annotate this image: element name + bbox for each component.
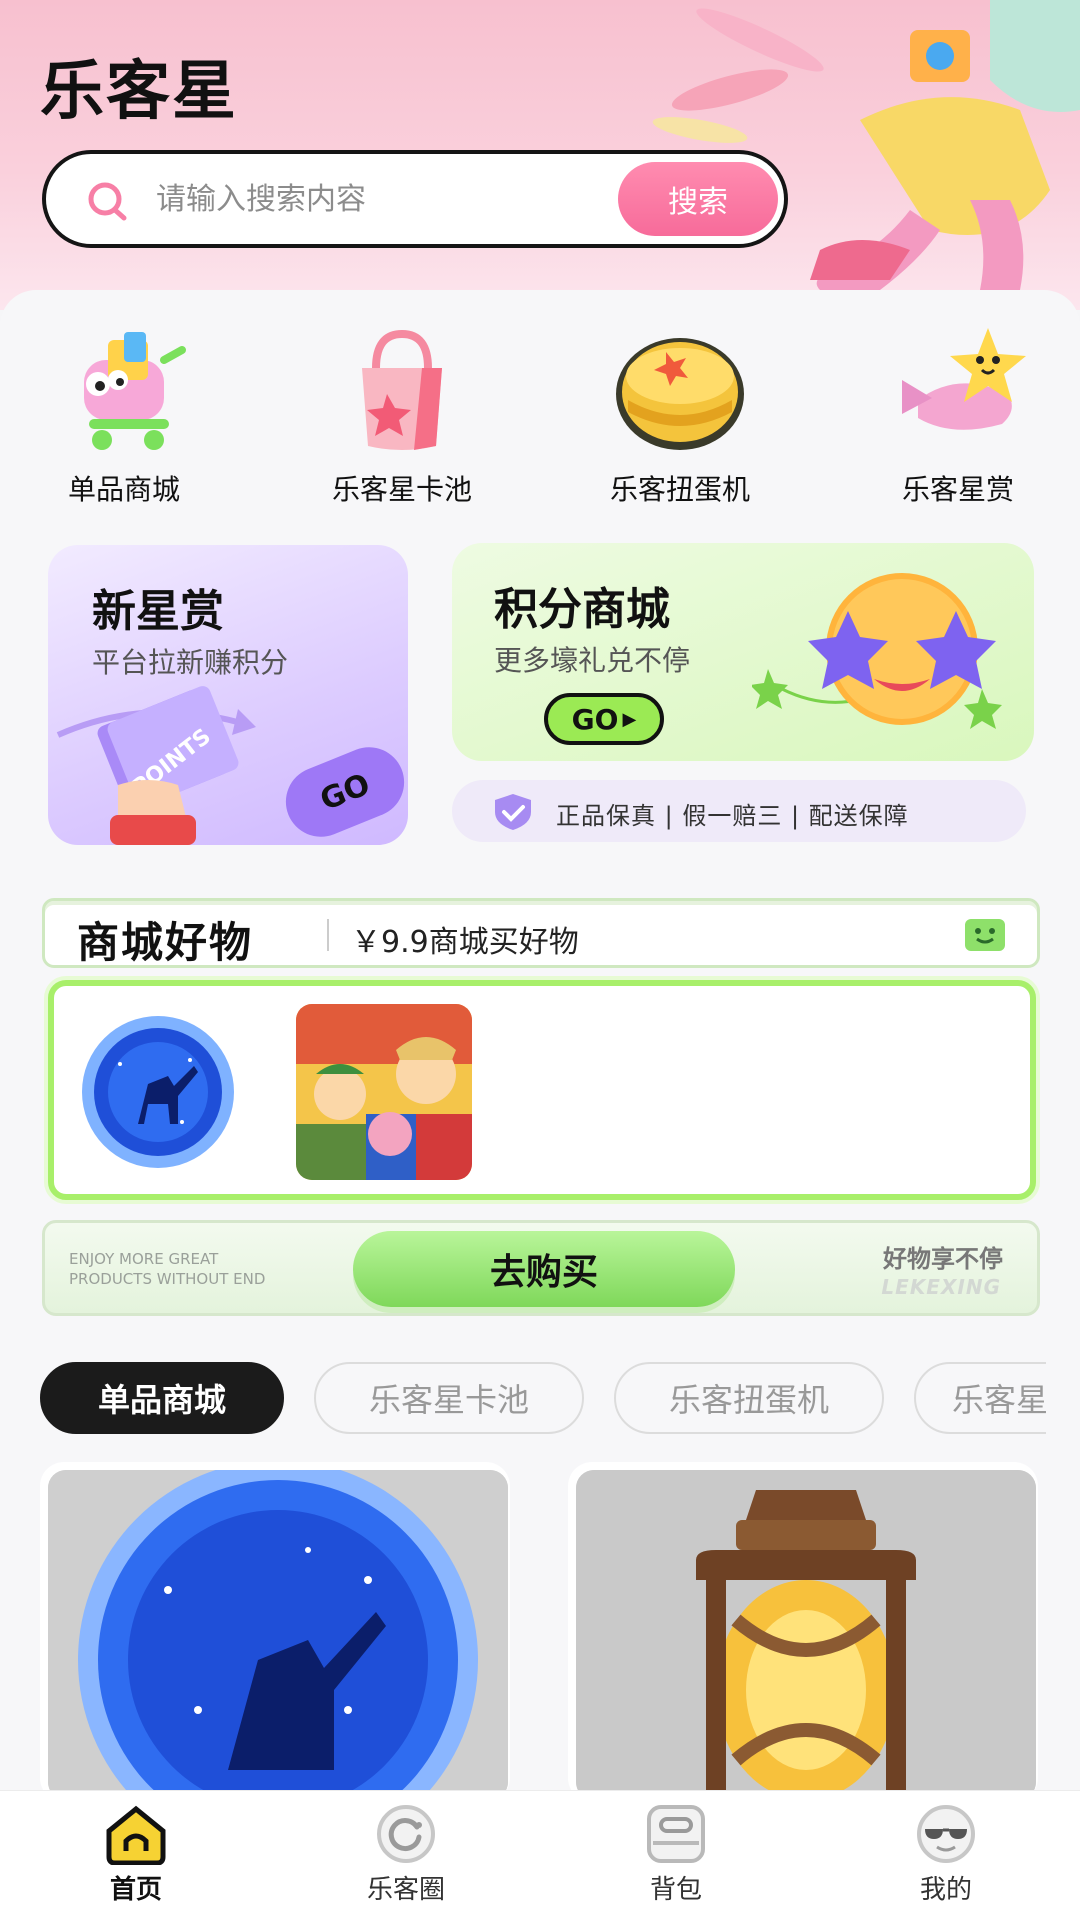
goods-thumb-sagittarius[interactable] — [70, 1004, 246, 1180]
nav-label: 乐客圈 — [366, 1875, 445, 1905]
category-row: 单品商城 乐客星卡池 乐客扭蛋机 乐客星赏 — [0, 320, 1080, 520]
go-label: GO — [315, 766, 375, 818]
category-item-star-reward[interactable]: 乐客星赏 — [838, 320, 1078, 520]
buy-bar-english-line2: PRODUCTS WITHOUT END — [69, 1270, 266, 1288]
backpack-icon — [647, 1805, 705, 1863]
search-input[interactable] — [156, 172, 636, 226]
app-title: 乐客星 — [40, 55, 238, 129]
smile-box-icon — [965, 919, 1005, 951]
nav-profile[interactable]: 我的 — [876, 1803, 1016, 1913]
bottom-nav: 首页 乐客圈 背包 我的 — [0, 1790, 1080, 1920]
buy-bar-english-line1: ENJOY MORE GREAT — [69, 1250, 219, 1268]
category-tabs: 单品商城 乐客星卡池 乐客扭蛋机 乐客星赏 — [40, 1362, 1046, 1436]
tab-star-reward[interactable]: 乐客星赏 — [914, 1362, 1046, 1434]
anime-poster-image — [296, 1004, 472, 1180]
promo-points-title: 积分商城 — [494, 584, 670, 635]
product-card[interactable] — [568, 1462, 1038, 1802]
search-button[interactable]: 搜索 — [618, 162, 778, 236]
star-plane-icon — [902, 328, 1026, 430]
header: 乐客星 搜索 — [0, 0, 1080, 310]
nav-backpack[interactable]: 背包 — [606, 1803, 746, 1913]
promo-new-title: 新星赏 — [92, 586, 224, 637]
tab-single-mall[interactable]: 单品商城 — [40, 1362, 284, 1434]
category-item-single-mall[interactable]: 单品商城 — [4, 320, 244, 520]
lantern-product-image — [576, 1470, 1036, 1800]
category-label: 乐客扭蛋机 — [609, 473, 750, 506]
buy-bar-brand: LEKEXING — [881, 1275, 1001, 1299]
shopping-bag-icon — [362, 329, 442, 450]
promo-points-go-button[interactable]: GO ▶ — [544, 693, 664, 745]
product-image — [48, 1470, 508, 1800]
play-arrow-icon: ▶ — [622, 708, 637, 730]
search-icon — [88, 182, 127, 221]
sagittarius-product-image — [48, 1470, 508, 1800]
tab-label: 乐客星赏 — [952, 1381, 1046, 1419]
mall-title: 商城好物 — [77, 918, 254, 967]
mall-goods-header[interactable]: 商城好物 ￥9.9商城买好物 — [42, 898, 1040, 968]
divider — [327, 919, 329, 951]
go-label: GO — [571, 702, 619, 736]
goods-thumb-anime-poster[interactable] — [296, 1004, 472, 1180]
main-panel: 单品商城 乐客星卡池 乐客扭蛋机 乐客星赏 新星赏 平台拉新赚积分 POINTS… — [0, 290, 1080, 1920]
nav-label: 背包 — [649, 1875, 702, 1905]
tab-label: 乐客星卡池 — [368, 1381, 529, 1419]
star-eyes-emoji-icon — [752, 573, 1002, 729]
guarantee-text: 正品保真 | 假一赔三 | 配送保障 — [556, 802, 909, 830]
category-label: 乐客星卡池 — [331, 473, 472, 506]
promo-card-points-mall[interactable]: 积分商城 更多壕礼兑不停 GO ▶ — [452, 543, 1034, 761]
buy-bar-english: ENJOY MORE GREAT PRODUCTS WITHOUT END — [69, 1249, 265, 1289]
guarantee-bar: 正品保真 | 假一赔三 | 配送保障 — [452, 780, 1026, 842]
home-icon — [106, 1805, 166, 1865]
shield-check-icon — [495, 794, 531, 830]
buy-bar: ENJOY MORE GREAT PRODUCTS WITHOUT END 去购… — [42, 1220, 1040, 1316]
nav-label: 首页 — [109, 1875, 162, 1905]
mall-goods-list — [48, 980, 1036, 1200]
buy-now-button[interactable]: 去购买 — [353, 1231, 735, 1307]
tab-gacha[interactable]: 乐客扭蛋机 — [614, 1362, 884, 1434]
tab-label: 单品商城 — [97, 1381, 226, 1419]
nav-home[interactable]: 首页 — [66, 1803, 206, 1913]
shopping-cart-icon — [84, 332, 186, 450]
product-card[interactable] — [40, 1462, 510, 1802]
tab-card-pool[interactable]: 乐客星卡池 — [314, 1362, 584, 1434]
tab-label: 乐客扭蛋机 — [668, 1381, 829, 1419]
sagittarius-image — [70, 1004, 246, 1180]
search-bar: 搜索 — [42, 150, 788, 248]
category-label: 乐客星赏 — [901, 473, 1014, 506]
promo-card-new-star[interactable]: 新星赏 平台拉新赚积分 POINTS GO — [48, 545, 408, 845]
gacha-ball-icon — [616, 338, 744, 450]
nav-circle[interactable]: 乐客圈 — [336, 1803, 476, 1913]
nav-label: 我的 — [919, 1875, 972, 1905]
category-item-gacha[interactable]: 乐客扭蛋机 — [560, 320, 800, 520]
product-image — [576, 1470, 1036, 1800]
mall-subtitle: ￥9.9商城买好物 — [351, 925, 579, 960]
buy-bar-slogan: 好物享不停 — [883, 1245, 1003, 1273]
category-label: 单品商城 — [67, 473, 180, 506]
profile-sunglasses-icon — [917, 1805, 975, 1863]
category-item-card-pool[interactable]: 乐客星卡池 — [282, 320, 522, 520]
circle-icon — [377, 1805, 435, 1863]
promo-points-subtitle: 更多壕礼兑不停 — [494, 644, 691, 677]
